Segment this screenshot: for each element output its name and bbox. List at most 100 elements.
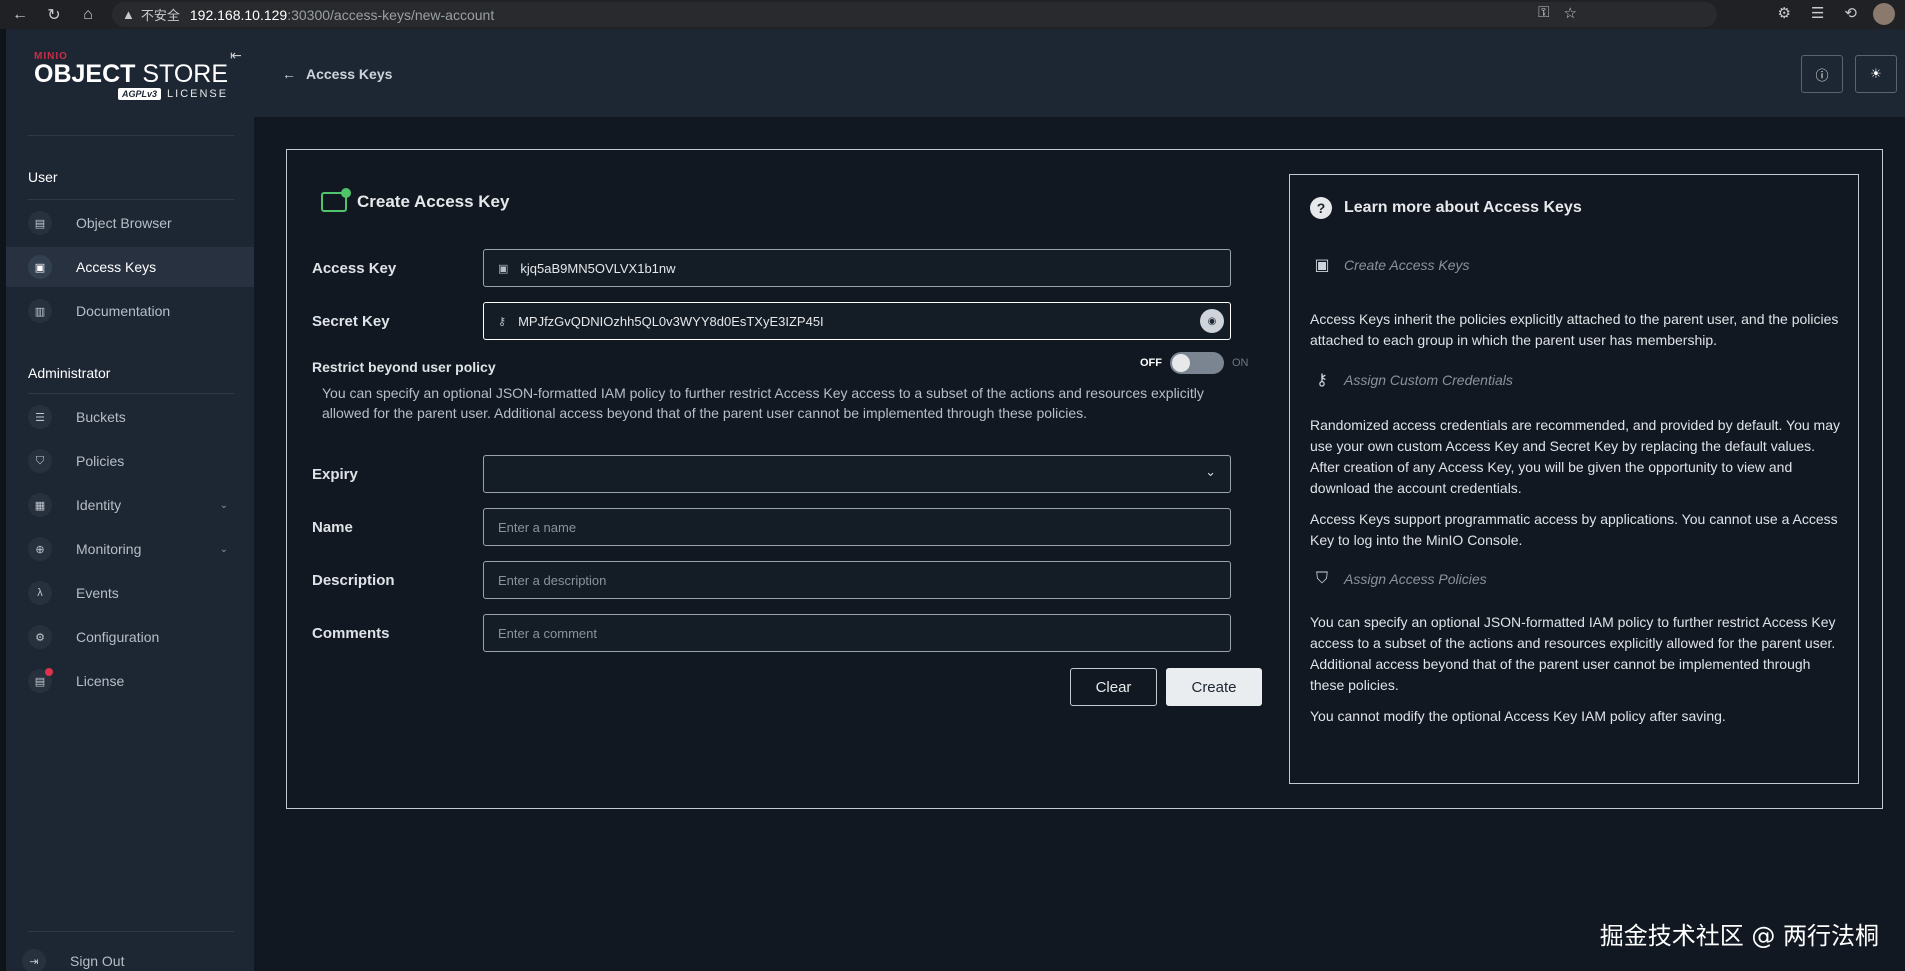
access-key-input[interactable]: ▣ kjq5aB9MN5OVLVX1b1nw: [483, 249, 1231, 287]
id-card-icon: ▣: [498, 262, 509, 275]
help-paragraph: Access Keys inherit the policies explici…: [1310, 311, 1839, 348]
access-key-label: Access Key: [312, 260, 397, 277]
sidebar-item-license[interactable]: ▤ License: [6, 661, 254, 701]
expiry-label: Expiry: [312, 466, 358, 483]
sidebar-item-access-keys[interactable]: ▣ Access Keys: [6, 247, 254, 287]
help-paragraph: Access Keys support programmatic access …: [1310, 511, 1838, 548]
sidebar-item-buckets[interactable]: ☰ Buckets: [6, 397, 254, 437]
create-button[interactable]: Create: [1166, 668, 1262, 706]
create-access-key-card: Create Access Key Access Key ▣ kjq5aB9MN…: [286, 149, 1883, 809]
identity-icon: ▦: [28, 493, 52, 517]
admin-section-title: Administrator: [28, 365, 111, 381]
help-section-title: Create Access Keys: [1344, 257, 1470, 273]
back-arrow-icon: ←: [282, 66, 296, 82]
help-section-title: Assign Access Policies: [1344, 571, 1487, 587]
help-section-credentials: ⚷ Assign Custom Credentials: [1310, 368, 1513, 392]
shield-icon: ⛉: [1315, 570, 1328, 587]
user-section-title: User: [28, 169, 58, 185]
extensions-icon[interactable]: ⚙: [1778, 4, 1791, 22]
sidebar-item-documentation[interactable]: ▥ Documentation: [6, 291, 254, 331]
sidebar-divider: [28, 931, 234, 932]
form-title: Create Access Key: [357, 192, 510, 211]
collapse-sidebar-icon[interactable]: ⇤: [230, 47, 242, 64]
back-to-access-keys-link[interactable]: ← Access Keys: [282, 66, 392, 82]
history-icon[interactable]: ⟲: [1844, 4, 1857, 22]
sidebar-item-label: Policies: [76, 453, 125, 469]
sidebar-item-label: Buckets: [76, 409, 126, 425]
browser-toolbar: ← ↻ ⌂ ▲ 不安全 192.168.10.129:30300/access-…: [0, 0, 1905, 29]
license-label: LICENSE: [167, 88, 229, 100]
name-input[interactable]: Enter a name: [483, 508, 1231, 546]
watermark: 掘金技术社区 @ 两行法桐: [1599, 922, 1879, 950]
description-placeholder: Enter a description: [498, 572, 607, 588]
help-section-create: ▣ Create Access Keys: [1310, 253, 1470, 277]
name-label: Name: [312, 519, 353, 536]
key-icon[interactable]: ⚿: [1538, 4, 1549, 22]
sidebar-item-label: Documentation: [76, 303, 171, 319]
restrict-toggle[interactable]: [1170, 352, 1224, 374]
name-placeholder: Enter a name: [498, 519, 577, 535]
url-path: :30300/access-keys/new-account: [287, 6, 495, 23]
sidebar: MINIO OBJECT STORE AGPLv3 LICENSE ⇤ User…: [0, 29, 254, 971]
bookmark-star-icon[interactable]: ☆: [1564, 4, 1577, 22]
help-paragraph: Randomized access credentials are recomm…: [1310, 417, 1840, 496]
clear-button[interactable]: Clear: [1070, 668, 1157, 706]
sidebar-divider: [28, 393, 234, 394]
reload-icon[interactable]: ↻: [40, 0, 68, 29]
sidebar-divider: [28, 135, 234, 136]
secret-key-label: Secret Key: [312, 313, 390, 330]
notification-dot: [45, 668, 53, 676]
sidebar-item-identity[interactable]: ▦ Identity ⌄: [6, 485, 254, 525]
page-header: ← Access Keys ⓘ ☀: [254, 29, 1905, 117]
comments-placeholder: Enter a comment: [498, 625, 597, 641]
restrict-policy-description: You can specify an optional JSON-formatt…: [322, 385, 1204, 421]
object-browser-icon: ▤: [28, 211, 52, 235]
id-card-icon: ▣: [1314, 257, 1330, 274]
question-icon: ?: [1310, 197, 1332, 219]
comments-input[interactable]: Enter a comment: [483, 614, 1231, 652]
sign-out-label: Sign Out: [70, 953, 125, 969]
documentation-icon: ▥: [28, 299, 52, 323]
sidebar-item-label: License: [76, 673, 125, 689]
favorites-icon[interactable]: ☰: [1811, 4, 1824, 22]
sidebar-divider: [28, 199, 234, 200]
monitoring-icon: ⊕: [28, 537, 52, 561]
help-button[interactable]: ⓘ: [1801, 55, 1843, 93]
secret-key-value: MPJfzGvQDNIOzhh5QL0v3WYY8d0EsTXyE3IZP45I: [518, 313, 824, 329]
logo-brand-rest: STORE: [135, 60, 229, 88]
logo-brand-bold: OBJECT: [34, 60, 136, 88]
help-title: ? Learn more about Access Keys: [1310, 197, 1582, 219]
policies-icon: ⛉: [28, 449, 52, 473]
page-title: Create Access Key: [321, 188, 510, 212]
sidebar-item-policies[interactable]: ⛉ Policies: [6, 441, 254, 481]
restrict-policy-switch[interactable]: OFF ON: [1140, 352, 1249, 374]
back-label: Access Keys: [306, 66, 393, 82]
toggle-visibility-icon[interactable]: ◉: [1200, 309, 1224, 333]
chevron-down-icon[interactable]: ⌄: [220, 500, 228, 511]
secret-key-input[interactable]: ⚷ MPJfzGvQDNIOzhh5QL0v3WYY8d0EsTXyE3IZP4…: [483, 302, 1231, 340]
sidebar-item-monitoring[interactable]: ⊕ Monitoring ⌄: [6, 529, 254, 569]
expiry-select[interactable]: ⌄: [483, 455, 1231, 493]
chevron-down-icon[interactable]: ⌄: [220, 544, 228, 555]
key-icon: ⚷: [498, 315, 507, 328]
sidebar-item-configuration[interactable]: ⚙ Configuration: [6, 617, 254, 657]
access-keys-icon: ▣: [28, 255, 52, 279]
address-bar[interactable]: ▲ 不安全 192.168.10.129:30300/access-keys/n…: [112, 2, 1717, 27]
restrict-policy-label: Restrict beyond user policy: [312, 359, 496, 375]
toggle-on-label: ON: [1232, 357, 1249, 369]
help-panel: ? Learn more about Access Keys ▣ Create …: [1289, 174, 1859, 784]
home-icon[interactable]: ⌂: [74, 0, 102, 29]
sign-out-button[interactable]: ⇥ Sign Out: [0, 941, 248, 971]
back-arrow-icon[interactable]: ←: [6, 0, 34, 29]
sidebar-item-object-browser[interactable]: ▤ Object Browser: [6, 203, 254, 243]
sidebar-item-label: Events: [76, 585, 119, 601]
description-input[interactable]: Enter a description: [483, 561, 1231, 599]
theme-toggle-button[interactable]: ☀: [1855, 55, 1897, 93]
sign-out-icon: ⇥: [22, 949, 46, 971]
minio-logo: MINIO OBJECT STORE AGPLv3 LICENSE: [34, 51, 228, 100]
help-paragraph: You cannot modify the optional Access Ke…: [1310, 708, 1726, 724]
comments-label: Comments: [312, 625, 390, 642]
profile-avatar[interactable]: [1873, 3, 1895, 25]
help-section-policies: ⛉ Assign Access Policies: [1310, 567, 1487, 591]
sidebar-item-events[interactable]: λ Events: [6, 573, 254, 613]
